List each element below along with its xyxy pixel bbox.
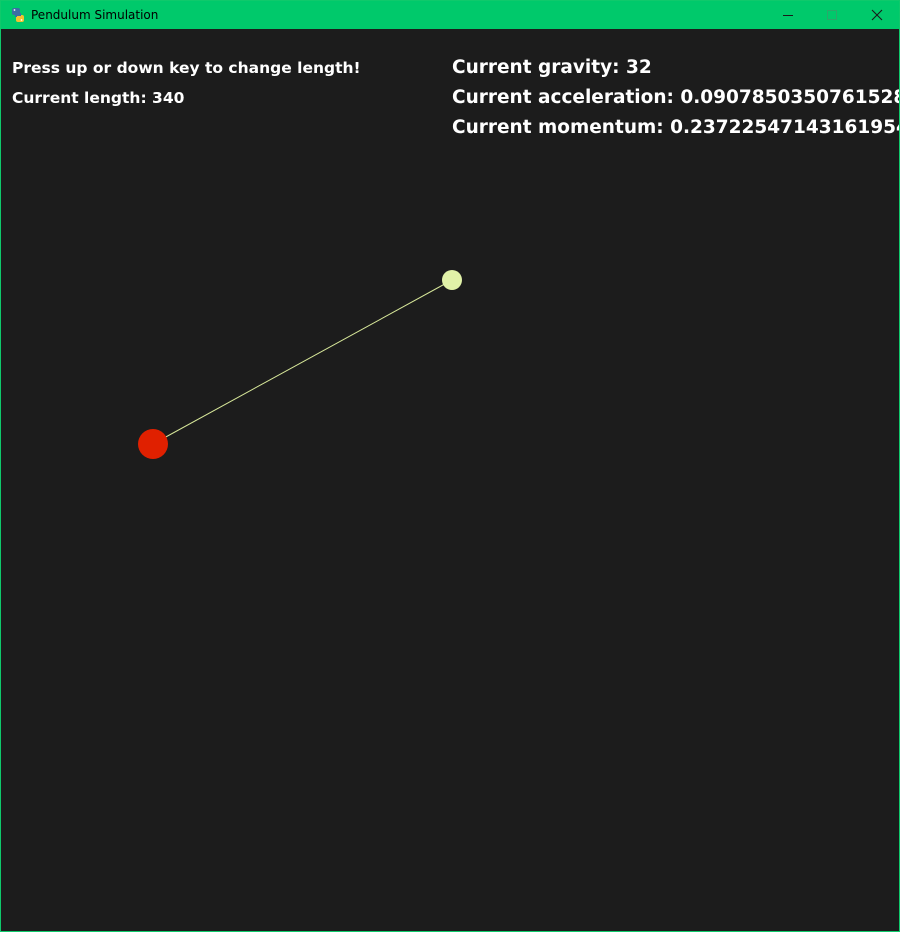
maximize-icon (827, 10, 837, 20)
pendulum-rod (152, 279, 453, 445)
close-button[interactable] (854, 1, 899, 29)
instruction-text: Press up or down key to change length! (12, 59, 361, 77)
momentum-readout: Current momentum: 0.23722547143161954 (452, 117, 900, 138)
length-readout: Current length: 340 (12, 89, 185, 107)
title-bar[interactable]: Pendulum Simulation (1, 1, 899, 29)
pendulum-scene (138, 270, 462, 459)
maximize-button[interactable] (809, 1, 855, 29)
gravity-readout: Current gravity: 32 (452, 57, 652, 78)
python-snake-icon (10, 7, 26, 23)
pendulum-bob (138, 429, 168, 459)
minimize-button[interactable] (765, 1, 811, 29)
window-title: Pendulum Simulation (31, 8, 159, 22)
pendulum-pivot (442, 270, 462, 290)
acceleration-readout: Current acceleration: 0.0907850350761528… (452, 87, 900, 108)
simulation-canvas[interactable]: Press up or down key to change length! C… (1, 30, 900, 931)
minimize-icon (783, 15, 793, 16)
app-window: Pendulum Simulation Press up or down key… (0, 0, 900, 932)
close-icon (871, 9, 883, 21)
